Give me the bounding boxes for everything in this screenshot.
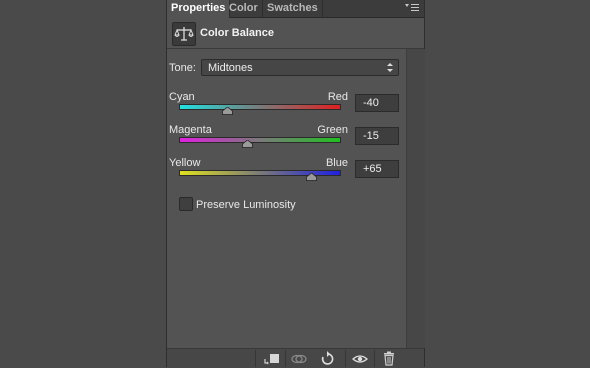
panel-scrollbar[interactable] (406, 49, 425, 348)
slider-green-label: Green (317, 124, 348, 136)
clip-to-layer-icon[interactable] (258, 350, 284, 367)
tone-select[interactable]: Midtones (201, 59, 399, 76)
panel-footer (167, 348, 424, 368)
tab-swatches[interactable]: Swatches (263, 0, 323, 17)
adjustment-title: Color Balance (200, 27, 274, 39)
yellow-blue-value-field[interactable]: +65 (355, 160, 399, 178)
cyan-red-slider-track[interactable] (179, 104, 341, 110)
yellow-blue-slider-track[interactable] (179, 170, 341, 176)
slider-blue-label: Blue (325, 157, 348, 169)
cyan-red-slider-thumb[interactable] (221, 107, 233, 115)
tab-properties[interactable]: Properties (167, 0, 231, 18)
slider-magenta-label: Magenta (169, 124, 212, 136)
magenta-green-value-field[interactable]: -15 (355, 127, 399, 145)
tab-color[interactable]: Color (225, 0, 263, 17)
balance-scale-icon (172, 22, 196, 46)
view-previous-icon[interactable] (286, 350, 312, 367)
visibility-eye-icon[interactable] (347, 350, 373, 367)
magenta-green-slider-track[interactable] (179, 137, 341, 143)
slider-yellow-label: Yellow (169, 157, 201, 169)
yellow-blue-slider-thumb[interactable] (305, 173, 317, 181)
magenta-green-slider-thumb[interactable] (241, 140, 253, 148)
properties-panel: Properties Color Swatches Color Balance … (166, 0, 425, 368)
trash-icon[interactable] (376, 350, 402, 367)
panel-tab-bar: Properties Color Swatches (167, 0, 424, 18)
cyan-red-value-field[interactable]: -40 (355, 94, 399, 112)
tone-label: Tone: (169, 62, 196, 74)
adjustment-header: Color Balance (167, 18, 424, 49)
tone-select-value: Midtones (208, 62, 253, 74)
slider-red-label: Red (327, 91, 348, 103)
preserve-luminosity-label: Preserve Luminosity (196, 199, 296, 211)
panel-menu-icon[interactable] (404, 2, 420, 14)
slider-cyan-label: Cyan (169, 91, 195, 103)
preserve-luminosity-checkbox[interactable] (179, 197, 193, 211)
reset-icon[interactable] (314, 350, 340, 367)
updown-arrows-icon (387, 63, 393, 72)
